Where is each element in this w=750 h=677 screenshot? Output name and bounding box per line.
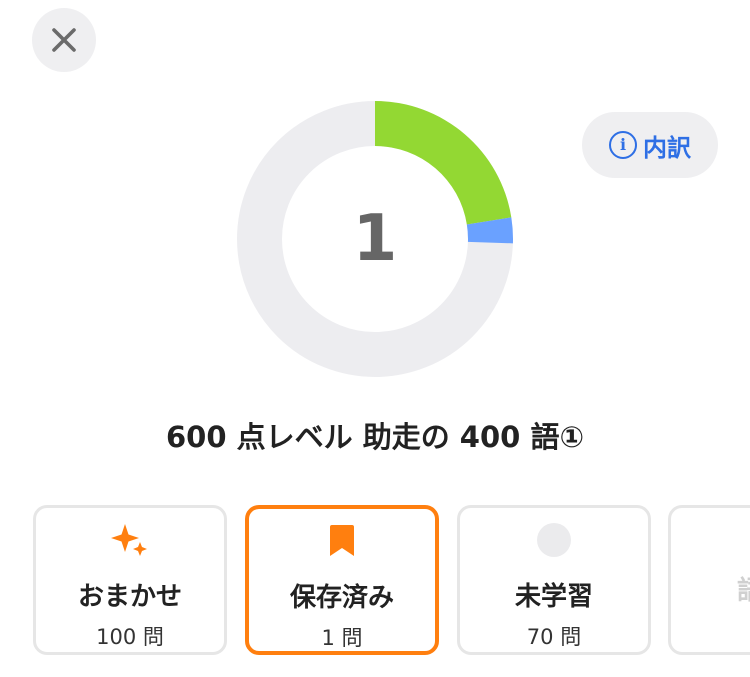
donut-segment-learned (375, 101, 512, 225)
mode-card-count: 1 問 (321, 626, 363, 650)
mode-card-title: 保存済み (289, 583, 394, 613)
mode-card-title: 未学習 (514, 582, 593, 612)
circle-icon (536, 522, 572, 558)
mode-card-count: 100 問 (96, 625, 164, 649)
mode-card-count: 70 問 (526, 625, 582, 649)
bookmark-icon (328, 523, 356, 559)
breakdown-label: 内訳 (643, 133, 691, 162)
mode-card-title: おまかせ (77, 582, 182, 612)
breakdown-button[interactable]: i 内訳 (582, 112, 718, 178)
progress-donut (237, 101, 513, 377)
set-title: 600 点レベル 助走の 400 語① (165, 420, 584, 454)
mode-card-random[interactable]: おまかせ 100 問 (33, 505, 227, 655)
sparkle-icon (110, 522, 150, 558)
study-set-screen: i 内訳 1 600 点レベル 助走の 400 語① おまかせ 100 問 保存… (0, 0, 750, 677)
mode-card-partial[interactable]: 語 (668, 505, 750, 655)
mode-card-saved[interactable]: 保存済み 1 問 (245, 505, 439, 655)
info-icon: i (609, 131, 637, 159)
partial-card-glyph: 語 (737, 570, 750, 607)
mode-card-unlearned[interactable]: 未学習 70 問 (457, 505, 651, 655)
close-button[interactable] (32, 8, 96, 72)
close-icon (52, 28, 76, 52)
